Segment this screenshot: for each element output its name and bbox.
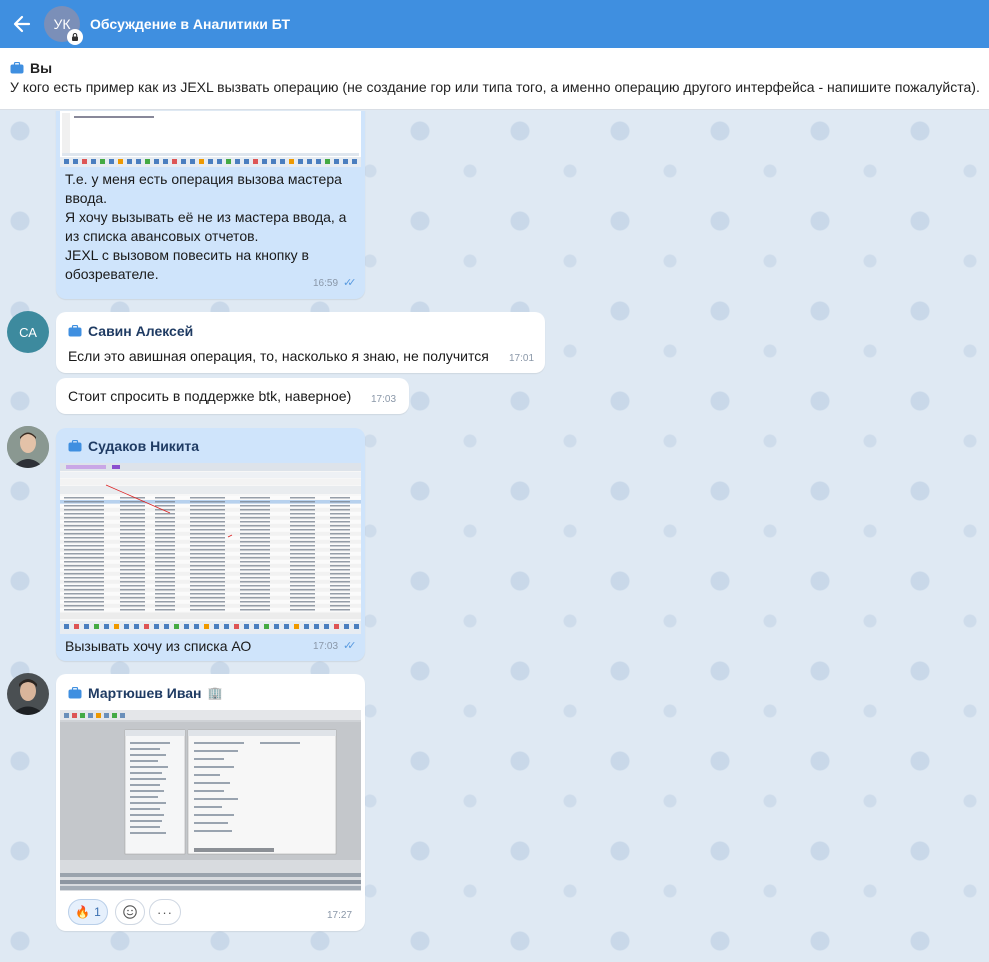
message-line: JEXL с вызовом повесить на кнопку в <box>65 247 309 263</box>
message-text: Если это авишная операция, то, насколько… <box>68 348 489 364</box>
back-arrow-icon <box>13 15 31 33</box>
reaction-fire[interactable]: 🔥 1 <box>68 899 108 925</box>
office-building-icon: 🏢 <box>207 686 223 700</box>
read-checkmarks-icon: ✓✓ <box>343 277 357 289</box>
message-image[interactable] <box>60 111 361 167</box>
ellipsis-icon: ··· <box>157 904 173 920</box>
avatar-initials: СА <box>19 324 37 340</box>
briefcase-icon <box>68 687 82 699</box>
fire-icon: 🔥 <box>75 905 91 919</box>
lock-icon <box>67 29 83 45</box>
incoming-message[interactable]: Стоит спросить в поддержке btk, наверное… <box>56 378 409 414</box>
message-line: Т.е. у меня есть операция вызова мастера <box>65 171 342 187</box>
chat-avatar-initials: УК <box>53 16 71 32</box>
message-time: 17:01 <box>509 353 535 364</box>
message-image[interactable] <box>60 463 361 634</box>
message-text: Вызывать хочу из списка АО <box>65 638 252 654</box>
incoming-message[interactable]: Савин Алексей Если это авишная операция,… <box>56 312 545 373</box>
chat-avatar[interactable]: УК <box>44 6 83 45</box>
pinned-message[interactable]: Вы У кого есть пример как из JEXL вызват… <box>0 48 989 110</box>
pinned-sender: Вы <box>30 60 53 76</box>
back-button[interactable] <box>0 0 44 48</box>
message-list[interactable]: Т.е. у меня есть операция вызова мастера… <box>0 111 989 962</box>
pinned-text: У кого есть пример как из JEXL вызвать о… <box>10 79 980 95</box>
briefcase-icon <box>10 62 24 74</box>
own-message[interactable]: Т.е. у меня есть операция вызова мастера… <box>56 111 365 299</box>
message-line: из списка авансовых отчетов. <box>65 228 259 244</box>
message-text: Стоит спросить в поддержке btk, наверное… <box>68 388 352 404</box>
user-photo <box>7 673 49 715</box>
add-reaction-button[interactable] <box>115 899 145 925</box>
chat-title[interactable]: Обсуждение в Аналитики БТ <box>90 16 290 32</box>
user-photo <box>7 426 49 468</box>
read-checkmarks-icon: ✓✓ <box>343 640 357 652</box>
incoming-message[interactable]: Мартюшев Иван 🏢 🔥 1 ··· 17:27 <box>56 674 365 931</box>
briefcase-icon <box>68 440 82 452</box>
message-time: 17:03 <box>371 394 397 405</box>
message-time: 17:03 <box>313 641 339 652</box>
message-time: 17:27 <box>327 910 353 921</box>
message-image[interactable] <box>60 710 361 891</box>
message-time: 16:59 <box>313 278 339 289</box>
own-message[interactable]: Судаков Никита Вызывать хочу из списка А… <box>56 428 365 661</box>
message-line: ввода. <box>65 190 108 206</box>
sender-name[interactable]: Мартюшев Иван <box>88 685 201 701</box>
avatar[interactable] <box>7 426 49 468</box>
smiley-add-icon <box>123 905 137 919</box>
chat-header: УК Обсуждение в Аналитики БТ <box>0 0 989 48</box>
sender-name[interactable]: Савин Алексей <box>88 323 193 339</box>
more-options-button[interactable]: ··· <box>149 899 181 925</box>
message-line: Я хочу вызывать её не из мастера ввода, … <box>65 209 347 225</box>
avatar[interactable]: СА <box>7 311 49 353</box>
avatar[interactable] <box>7 673 49 715</box>
sender-name[interactable]: Судаков Никита <box>88 438 199 454</box>
reaction-count: 1 <box>94 905 101 919</box>
briefcase-icon <box>68 325 82 337</box>
